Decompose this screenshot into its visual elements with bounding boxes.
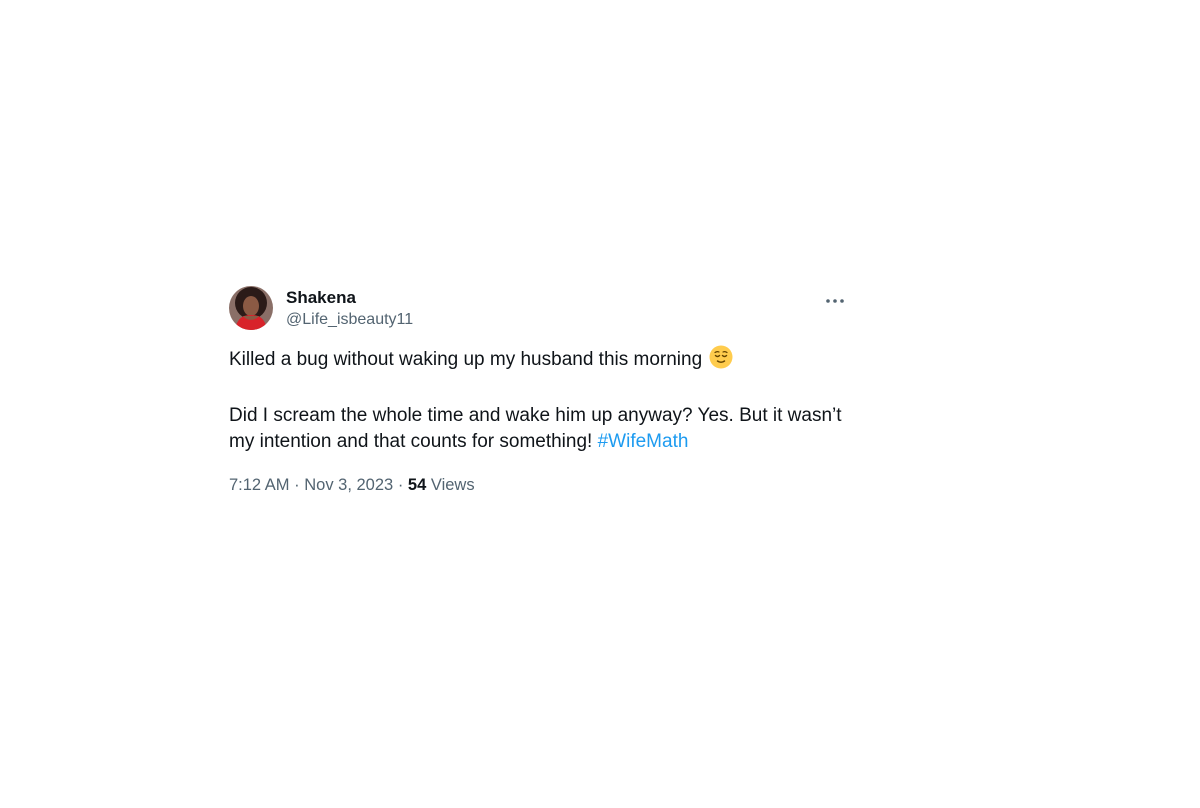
hashtag-link[interactable]: #WifeMath: [598, 431, 689, 452]
more-horizontal-icon: [826, 290, 844, 308]
author-handle[interactable]: @Life_isbeauty11: [286, 309, 413, 330]
tweet-text-paragraph-2: Did I scream the whole time and wake him…: [229, 403, 847, 455]
author-names: Shakena @Life_isbeauty11: [286, 287, 413, 330]
relieved-face-emoji-icon: [709, 345, 733, 377]
tweet-body: Killed a bug without waking up my husban…: [229, 345, 847, 455]
more-options-button[interactable]: [823, 287, 847, 311]
tweet-text-line-1: Killed a bug without waking up my husban…: [229, 349, 703, 370]
views-count: 54: [407, 476, 427, 494]
tweet-meta: 7:12 AM · Nov 3, 2023 · 54 Views: [229, 474, 847, 496]
author-display-name[interactable]: Shakena: [286, 287, 413, 308]
tweet-card: Shakena @Life_isbeauty11 Killed a bug wi…: [229, 285, 847, 496]
tweet-header: Shakena @Life_isbeauty11: [229, 285, 847, 331]
tweet-date[interactable]: Nov 3, 2023: [304, 476, 393, 494]
views-label: Views: [430, 476, 475, 494]
meta-separator: ·: [294, 476, 300, 494]
meta-separator-2: ·: [397, 476, 404, 494]
tweet-text-line-2: Did I scream the whole time and wake him…: [229, 405, 842, 452]
tweet-text-paragraph-1: Killed a bug without waking up my husban…: [229, 345, 847, 377]
tweet-time[interactable]: 7:12 AM: [229, 476, 290, 494]
avatar[interactable]: [229, 286, 273, 330]
